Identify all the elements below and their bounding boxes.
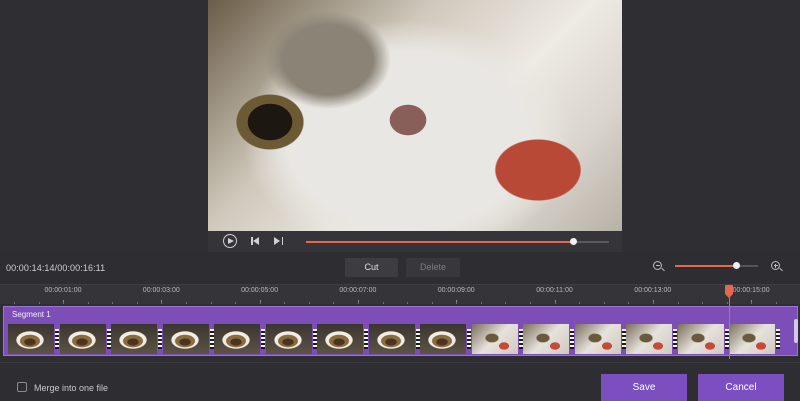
playback-progress-knob[interactable] (569, 238, 577, 245)
segment-trim-handle[interactable] (794, 319, 798, 343)
zoom-slider-knob[interactable] (732, 262, 740, 269)
thumbnail (8, 324, 59, 354)
ruler-tick-label: 00:00:07:00 (339, 287, 377, 294)
ruler-tick-label: 00:00:09:00 (437, 287, 475, 294)
segment-clip[interactable]: Segment 1 (3, 306, 798, 356)
zoom-slider[interactable] (675, 262, 758, 269)
ruler-tick-label: 00:00:01:00 (44, 287, 82, 294)
ruler-tick-label: 00:00:15:00 (732, 287, 770, 294)
zoom-slider-fill (675, 265, 736, 267)
thumbnail (317, 324, 368, 354)
zoom-out-icon[interactable] (653, 261, 662, 270)
save-button[interactable]: Save (601, 374, 687, 401)
video-preview[interactable] (208, 0, 622, 231)
thumbnail (265, 324, 317, 354)
thumbnail (162, 324, 214, 354)
player-controls (208, 231, 622, 252)
ruler-tick-label: 00:00:11:00 (536, 287, 573, 294)
ruler-tick-label: 00:00:03:00 (142, 287, 180, 294)
play-icon[interactable] (223, 234, 237, 248)
thumbnail-strip (8, 324, 794, 354)
thumbnail (471, 324, 523, 354)
time-display: 00:00:14:14/00:00:16:11 (6, 263, 106, 273)
thumbnail (214, 324, 265, 354)
playback-progress-fill (306, 241, 573, 243)
thumbnail (626, 324, 677, 354)
footer-bar: Merge into one file Save Cancel (0, 362, 800, 401)
playback-progress-bar[interactable] (306, 238, 609, 245)
playhead-line (729, 295, 731, 359)
timeline-ruler[interactable]: 00:00:01:00 00:00:03:00 00:00:05:00 00:00:0… (0, 284, 800, 305)
edit-toolbar: 00:00:14:14/00:00:16:11 Cut Delete (0, 252, 800, 284)
thumbnail (111, 324, 162, 354)
preview-area (0, 0, 800, 252)
zoom-in-icon[interactable] (771, 261, 780, 270)
thumbnail (420, 324, 471, 354)
ruler-tick-label: 00:00:13:00 (634, 287, 672, 294)
thumbnail (574, 324, 626, 354)
zoom-in-plus (775, 263, 777, 268)
cut-button[interactable]: Cut (345, 258, 398, 277)
merge-label: Merge into one file (34, 383, 109, 393)
thumbnail (677, 324, 729, 354)
delete-button[interactable]: Delete (406, 258, 460, 277)
thumbnail (523, 324, 574, 354)
ruler-tick-label: 00:00:05:00 (241, 287, 279, 294)
thumbnail (59, 324, 111, 354)
cancel-button[interactable]: Cancel (698, 374, 784, 401)
thumbnail (729, 324, 780, 354)
previous-frame-icon[interactable] (250, 235, 262, 247)
thumbnail (368, 324, 420, 354)
merge-checkbox[interactable] (17, 382, 27, 392)
next-frame-icon[interactable] (272, 235, 284, 247)
segment-label: Segment 1 (12, 310, 51, 319)
